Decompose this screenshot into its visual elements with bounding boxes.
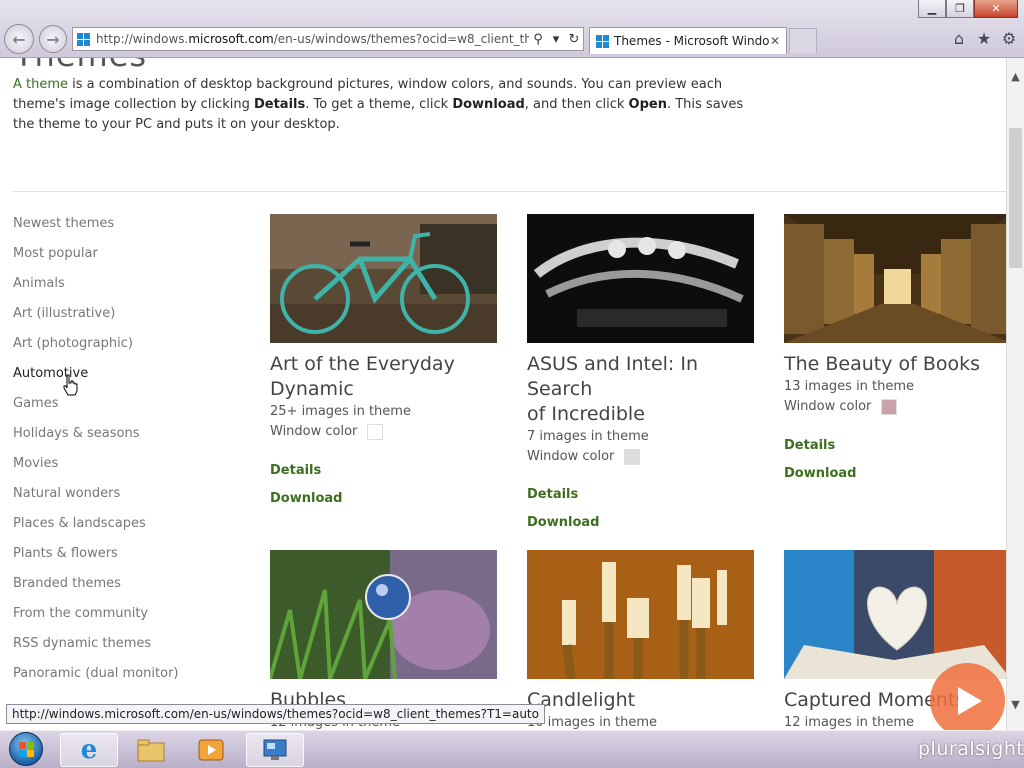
taskbar-media-player[interactable]	[182, 733, 240, 767]
category-panoramic[interactable]: Panoramic (dual monitor)	[13, 664, 233, 694]
window-color-row: Window color	[784, 397, 1006, 417]
taskbar: e	[0, 730, 1024, 768]
tab-themes[interactable]: Themes - Microsoft Windo... ✕	[589, 27, 787, 54]
restore-button[interactable]: ❐	[946, 0, 974, 18]
category-natural-wonders[interactable]: Natural wonders	[13, 484, 233, 514]
search-icon[interactable]: ⚲	[529, 32, 547, 47]
scrollbar-thumb[interactable]	[1009, 128, 1022, 268]
tab-favicon-icon	[596, 34, 609, 48]
address-url[interactable]: http://windows.microsoft.com/en-us/windo…	[96, 32, 529, 46]
page-content: Themes A theme is a combination of deskt…	[0, 58, 1006, 730]
home-icon[interactable]: ⌂	[950, 30, 968, 48]
theme-card-art-everyday: Art of the Everyday Dynamic 25+ images in…	[270, 214, 498, 509]
category-most-popular[interactable]: Most popular	[13, 244, 233, 274]
theme-image-count: 13 images in theme	[784, 379, 915, 394]
theme-image-count: 10 images in theme	[527, 715, 658, 730]
section-divider	[13, 191, 1006, 192]
intro-paragraph: A theme is a combination of desktop back…	[13, 77, 744, 132]
window-color-row: Window color	[270, 422, 498, 442]
theme-thumbnail-bicycle[interactable]	[270, 214, 497, 343]
window-color-swatch	[881, 399, 898, 415]
window-color-swatch	[624, 449, 641, 465]
browser-chrome: ▁ ❐ ✕ ← → http://windows.microsoft.com/e…	[0, 0, 1024, 58]
back-button[interactable]: ←	[4, 24, 34, 54]
details-link[interactable]: Details	[270, 461, 498, 481]
category-automotive[interactable]: Automotive	[13, 364, 233, 394]
theme-title[interactable]: Candlelight	[527, 688, 755, 713]
details-link[interactable]: Details	[784, 436, 1006, 456]
category-from-community[interactable]: From the community	[13, 604, 233, 634]
theme-thumbnail-instrument[interactable]	[527, 214, 754, 343]
category-games[interactable]: Games	[13, 394, 233, 424]
tools-gear-icon[interactable]: ⚙	[1000, 30, 1018, 48]
taskbar-remote-desktop[interactable]	[246, 733, 304, 767]
theme-title[interactable]: The Beauty of Books	[784, 352, 1006, 377]
theme-card-asus-intel: ASUS and Intel: In Search of Incredible 7…	[527, 214, 755, 533]
download-link[interactable]: Download	[270, 489, 498, 509]
favorites-star-icon[interactable]: ★	[975, 30, 993, 48]
page-title: Themes	[14, 58, 147, 74]
theme-card-bubbles: Bubbles 12 images in theme	[270, 550, 498, 730]
internet-explorer-icon: e	[80, 735, 98, 765]
details-link[interactable]: Details	[527, 485, 755, 505]
windows-start-icon	[9, 732, 43, 766]
category-art-photographic[interactable]: Art (photographic)	[13, 334, 233, 364]
start-button[interactable]	[6, 732, 46, 766]
theme-title[interactable]: Art of the Everyday Dynamic	[270, 352, 498, 402]
site-favicon-icon	[77, 32, 90, 46]
category-movies[interactable]: Movies	[13, 454, 233, 484]
vertical-scrollbar[interactable]: ▲ ▼	[1006, 58, 1024, 730]
new-tab-button[interactable]	[789, 28, 817, 53]
minimize-button[interactable]: ▁	[918, 0, 946, 18]
category-holidays-seasons[interactable]: Holidays & seasons	[13, 424, 233, 454]
pluralsight-watermark: pluralsight	[918, 738, 1024, 760]
theme-title[interactable]: ASUS and Intel: In Search of Incredible	[527, 352, 755, 427]
scroll-down-icon[interactable]: ▼	[1007, 696, 1024, 713]
status-bar-url: http://windows.microsoft.com/en-us/windo…	[6, 704, 545, 724]
tab-close-icon[interactable]: ✕	[770, 34, 786, 48]
dropdown-icon[interactable]: ▾	[547, 32, 565, 47]
category-list: Newest themes Most popular Animals Art (…	[13, 214, 233, 694]
hand-cursor-icon	[63, 374, 78, 396]
tab-title: Themes - Microsoft Windo...	[614, 34, 770, 48]
window-color-swatch	[367, 424, 384, 440]
intro-term-link[interactable]: A theme	[13, 77, 68, 92]
refresh-icon[interactable]: ↻	[565, 32, 583, 47]
theme-thumbnail-bubble[interactable]	[270, 550, 497, 679]
scroll-up-icon[interactable]: ▲	[1007, 68, 1024, 85]
theme-thumbnail-candles[interactable]	[527, 550, 754, 679]
forward-arrow-icon: →	[46, 29, 60, 49]
theme-card-candlelight: Candlelight 10 images in theme	[527, 550, 755, 730]
folder-icon	[137, 739, 165, 762]
category-places-landscapes[interactable]: Places & landscapes	[13, 514, 233, 544]
media-player-icon	[198, 739, 224, 761]
remote-desktop-icon	[263, 739, 287, 760]
category-animals[interactable]: Animals	[13, 274, 233, 304]
taskbar-internet-explorer[interactable]: e	[60, 733, 118, 767]
window-controls: ▁ ❐ ✕	[918, 0, 1018, 18]
address-bar[interactable]: http://windows.microsoft.com/en-us/windo…	[72, 27, 584, 51]
pluralsight-play-icon	[930, 663, 1005, 738]
category-art-illustrative[interactable]: Art (illustrative)	[13, 304, 233, 334]
close-window-button[interactable]: ✕	[974, 0, 1018, 18]
theme-thumbnail-book-heart[interactable]	[784, 550, 1006, 679]
category-rss-dynamic[interactable]: RSS dynamic themes	[13, 634, 233, 664]
category-newest[interactable]: Newest themes	[13, 214, 233, 244]
download-link[interactable]: Download	[784, 464, 1006, 484]
category-plants-flowers[interactable]: Plants & flowers	[13, 544, 233, 574]
taskbar-file-explorer[interactable]	[122, 733, 180, 767]
window-color-row: Window color	[527, 447, 755, 467]
theme-image-count: 7 images in theme	[527, 429, 649, 444]
theme-thumbnail-library[interactable]	[784, 214, 1006, 343]
category-branded-themes[interactable]: Branded themes	[13, 574, 233, 604]
theme-card-beauty-books: The Beauty of Books 13 images in theme W…	[784, 214, 1006, 484]
download-link[interactable]: Download	[527, 513, 755, 533]
forward-button[interactable]: →	[39, 25, 67, 53]
back-arrow-icon: ←	[12, 29, 26, 49]
theme-image-count: 25+ images in theme	[270, 404, 411, 419]
